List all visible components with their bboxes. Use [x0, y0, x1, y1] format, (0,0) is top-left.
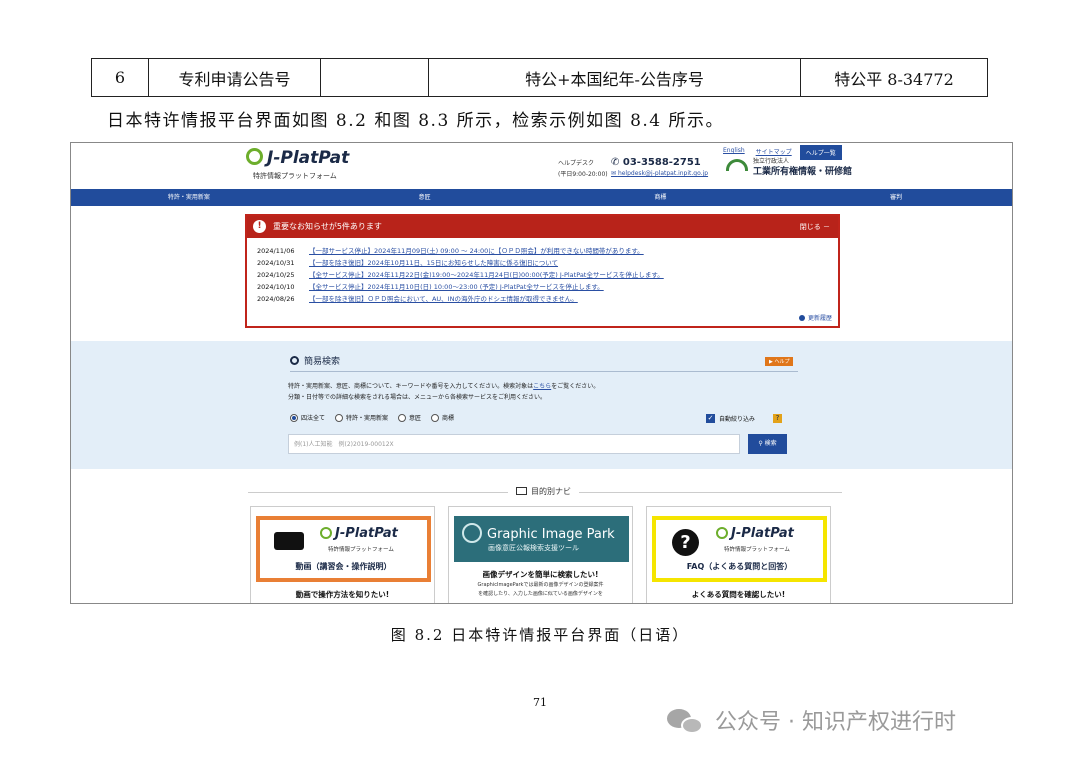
camera-icon	[274, 532, 304, 550]
radio-design[interactable]: 意匠	[398, 413, 421, 422]
search-scope-radios: 四法全て 特許・実用新案 意匠 商標	[290, 413, 454, 422]
nav-appeal[interactable]: 審判	[778, 189, 1012, 206]
update-history-link[interactable]: 更新履歴	[798, 313, 832, 322]
radio-patent[interactable]: 特許・実用新案	[335, 413, 388, 422]
notice-box: ! 重要なお知らせが5件あります 閉じる － 2024/11/06 【一部サービス…	[245, 214, 840, 328]
search-description: 特許・実用新案、意匠、商標について、キーワードや番号を入力してください。検索対象…	[288, 383, 600, 401]
card-caption: よくある質問を確認したい!	[691, 590, 786, 599]
auto-filter-checkbox[interactable]: ✓	[706, 414, 715, 423]
site-logo: J-PlatPat	[716, 526, 794, 541]
alert-icon: !	[253, 220, 266, 233]
radio-trademark[interactable]: 商標	[431, 413, 454, 422]
intro-paragraph: 日本特许情报平台界面如图 8.2 和图 8.3 所示，检索示例如图 8.4 所示…	[107, 111, 725, 131]
table-cell-num: 6	[91, 58, 149, 97]
watermark: 公众号 · 知识产权进行时	[665, 703, 956, 737]
image-icon	[516, 487, 527, 495]
question-icon: ?	[672, 529, 699, 556]
card-text: GraphicImageParkでは最新の画像デザインの登録案件 を確認したり、入…	[477, 582, 604, 597]
table-row: 6 专利申请公告号 特公+本国纪年-公告序号 特公平 8-34772	[91, 58, 988, 97]
gip-logo: Graphic Image Park	[462, 523, 615, 543]
card-banner[interactable]: ? J-PlatPat 特許情報プラットフォーム FAQ（よくある質問と回答）	[652, 516, 827, 582]
list-item: 2024/08/26 【一部を除き復旧】ＯＰＤ照会において、AU、INの海外庁のド…	[257, 295, 578, 303]
arrow-circle-icon	[798, 315, 805, 321]
nav-patent[interactable]: 特許・実用新案	[71, 189, 307, 206]
english-link[interactable]: English	[720, 145, 748, 160]
list-item: 2024/10/25 【全サービス停止】2024年11月22日(金)19:00～2…	[257, 271, 664, 279]
search-help-button[interactable]: ▶ ヘルプ	[765, 357, 794, 366]
card-faq[interactable]: ? J-PlatPat 特許情報プラットフォーム FAQ（よくある質問と回答） …	[646, 506, 831, 603]
wechat-icon	[665, 703, 707, 737]
notice-link[interactable]: 【一部サービス停止】2024年11月09日(土) 09:00 ～ 24:00に【…	[309, 247, 644, 255]
nav-trademark[interactable]: 商標	[543, 189, 779, 206]
helpdesk-email[interactable]: ✉ helpdesk@j-platpat.inpit.go.jp	[611, 170, 708, 177]
figure-caption: 图 8.2 日本特许情报平台界面（日语）	[390, 626, 690, 644]
swirl-icon	[716, 527, 728, 539]
auto-filter: ✓ 自動絞り込み ?	[706, 414, 783, 423]
notice-header: ! 重要なお知らせが5件あります 閉じる －	[247, 216, 838, 238]
notice-link[interactable]: 【全サービス停止】2024年11月10日(日) 10:00～23:00 (予定)…	[309, 283, 604, 291]
card-banner[interactable]: J-PlatPat 特許情報プラットフォーム 動画（講習会・操作説明）	[256, 516, 431, 582]
jplatpat-screenshot: J-PlatPat 特許情報プラットフォーム ヘルプデスク (平日9:00-20:…	[70, 142, 1013, 604]
list-item: 2024/11/06 【一部サービス停止】2024年11月09日(土) 09:00…	[257, 247, 644, 255]
table-cell-example: 特公平 8-34772	[800, 58, 988, 97]
nav-design[interactable]: 意匠	[307, 189, 543, 206]
card-graphic-image-park[interactable]: Graphic Image Park 画像意匠公報検索支援ツール 画像デザインを…	[448, 506, 633, 603]
helpdesk-phone: ✆ 03-3588-2751	[611, 157, 701, 168]
card-video[interactable]: J-PlatPat 特許情報プラットフォーム 動画（講習会・操作説明） 動画で操…	[250, 506, 435, 603]
navi-title: 目的別ナビ	[508, 486, 579, 497]
card-caption: 画像デザインを簡単に検索したい!	[482, 570, 599, 579]
site-header: J-PlatPat 特許情報プラットフォーム ヘルプデスク (平日9:00-20:…	[71, 143, 1012, 188]
main-nav: 特許・実用新案 意匠 商標 審判	[71, 189, 1012, 206]
search-icon	[290, 356, 299, 365]
doc-table: 6 专利申请公告号 特公+本国纪年-公告序号 特公平 8-34772	[91, 58, 988, 97]
list-item: 2024/10/10 【全サービス停止】2024年11月10日(日) 10:00～…	[257, 283, 604, 291]
search-title: 簡易検索	[290, 354, 340, 367]
site-logo[interactable]: J-PlatPat	[246, 148, 349, 168]
table-cell-field: 专利申请公告号	[148, 58, 321, 97]
search-input[interactable]: 例(1)人工知能 例(2)2019-00012X	[288, 434, 740, 454]
inpit-logo-icon	[726, 159, 748, 171]
table-cell-format: 特公+本国纪年-公告序号	[428, 58, 801, 97]
card-banner[interactable]: Graphic Image Park 画像意匠公報検索支援ツール	[454, 516, 629, 562]
target-link[interactable]: こちら	[533, 383, 551, 390]
site-logo-sub: 特許情報プラットフォーム	[253, 172, 337, 180]
swirl-icon	[246, 148, 263, 165]
table-cell-empty	[320, 58, 429, 97]
notice-close-button[interactable]: 閉じる －	[800, 216, 830, 238]
swirl-icon	[320, 527, 332, 539]
notice-link[interactable]: 【一部を除き復旧】ＯＰＤ照会において、AU、INの海外庁のドシエ情報が取得できま…	[309, 295, 578, 303]
card-title: 動画（講習会・操作説明）	[295, 562, 392, 571]
question-icon[interactable]: ?	[773, 414, 783, 423]
search-button[interactable]: ⚲ 検索	[748, 434, 787, 454]
helpdesk-label: ヘルプデスク (平日9:00-20:00)	[558, 160, 608, 178]
notice-list: 2024/11/06 【一部サービス停止】2024年11月09日(土) 09:00…	[247, 238, 838, 305]
card-caption: 動画で操作方法を知りたい!	[295, 590, 390, 599]
notice-link[interactable]: 【一部を除き復旧】2024年10月11日、15日にお知らせした障害に係る復旧につ…	[309, 259, 558, 267]
radio-all[interactable]: 四法全て	[290, 413, 325, 422]
inpit-org: 独立行政法人 工業所有権情報・研修館	[753, 158, 853, 177]
site-logo: J-PlatPat	[320, 526, 398, 541]
card-title: FAQ（よくある質問と回答）	[686, 562, 793, 571]
list-item: 2024/10/31 【一部を除き復旧】2024年10月11日、15日にお知らせし…	[257, 259, 559, 267]
gip-icon	[462, 523, 482, 543]
simple-search-panel: 簡易検索 ▶ ヘルプ 特許・実用新案、意匠、商標について、キーワードや番号を入力…	[71, 341, 1012, 469]
notice-link[interactable]: 【全サービス停止】2024年11月22日(金)19:00～2024年11月24日…	[309, 271, 664, 279]
